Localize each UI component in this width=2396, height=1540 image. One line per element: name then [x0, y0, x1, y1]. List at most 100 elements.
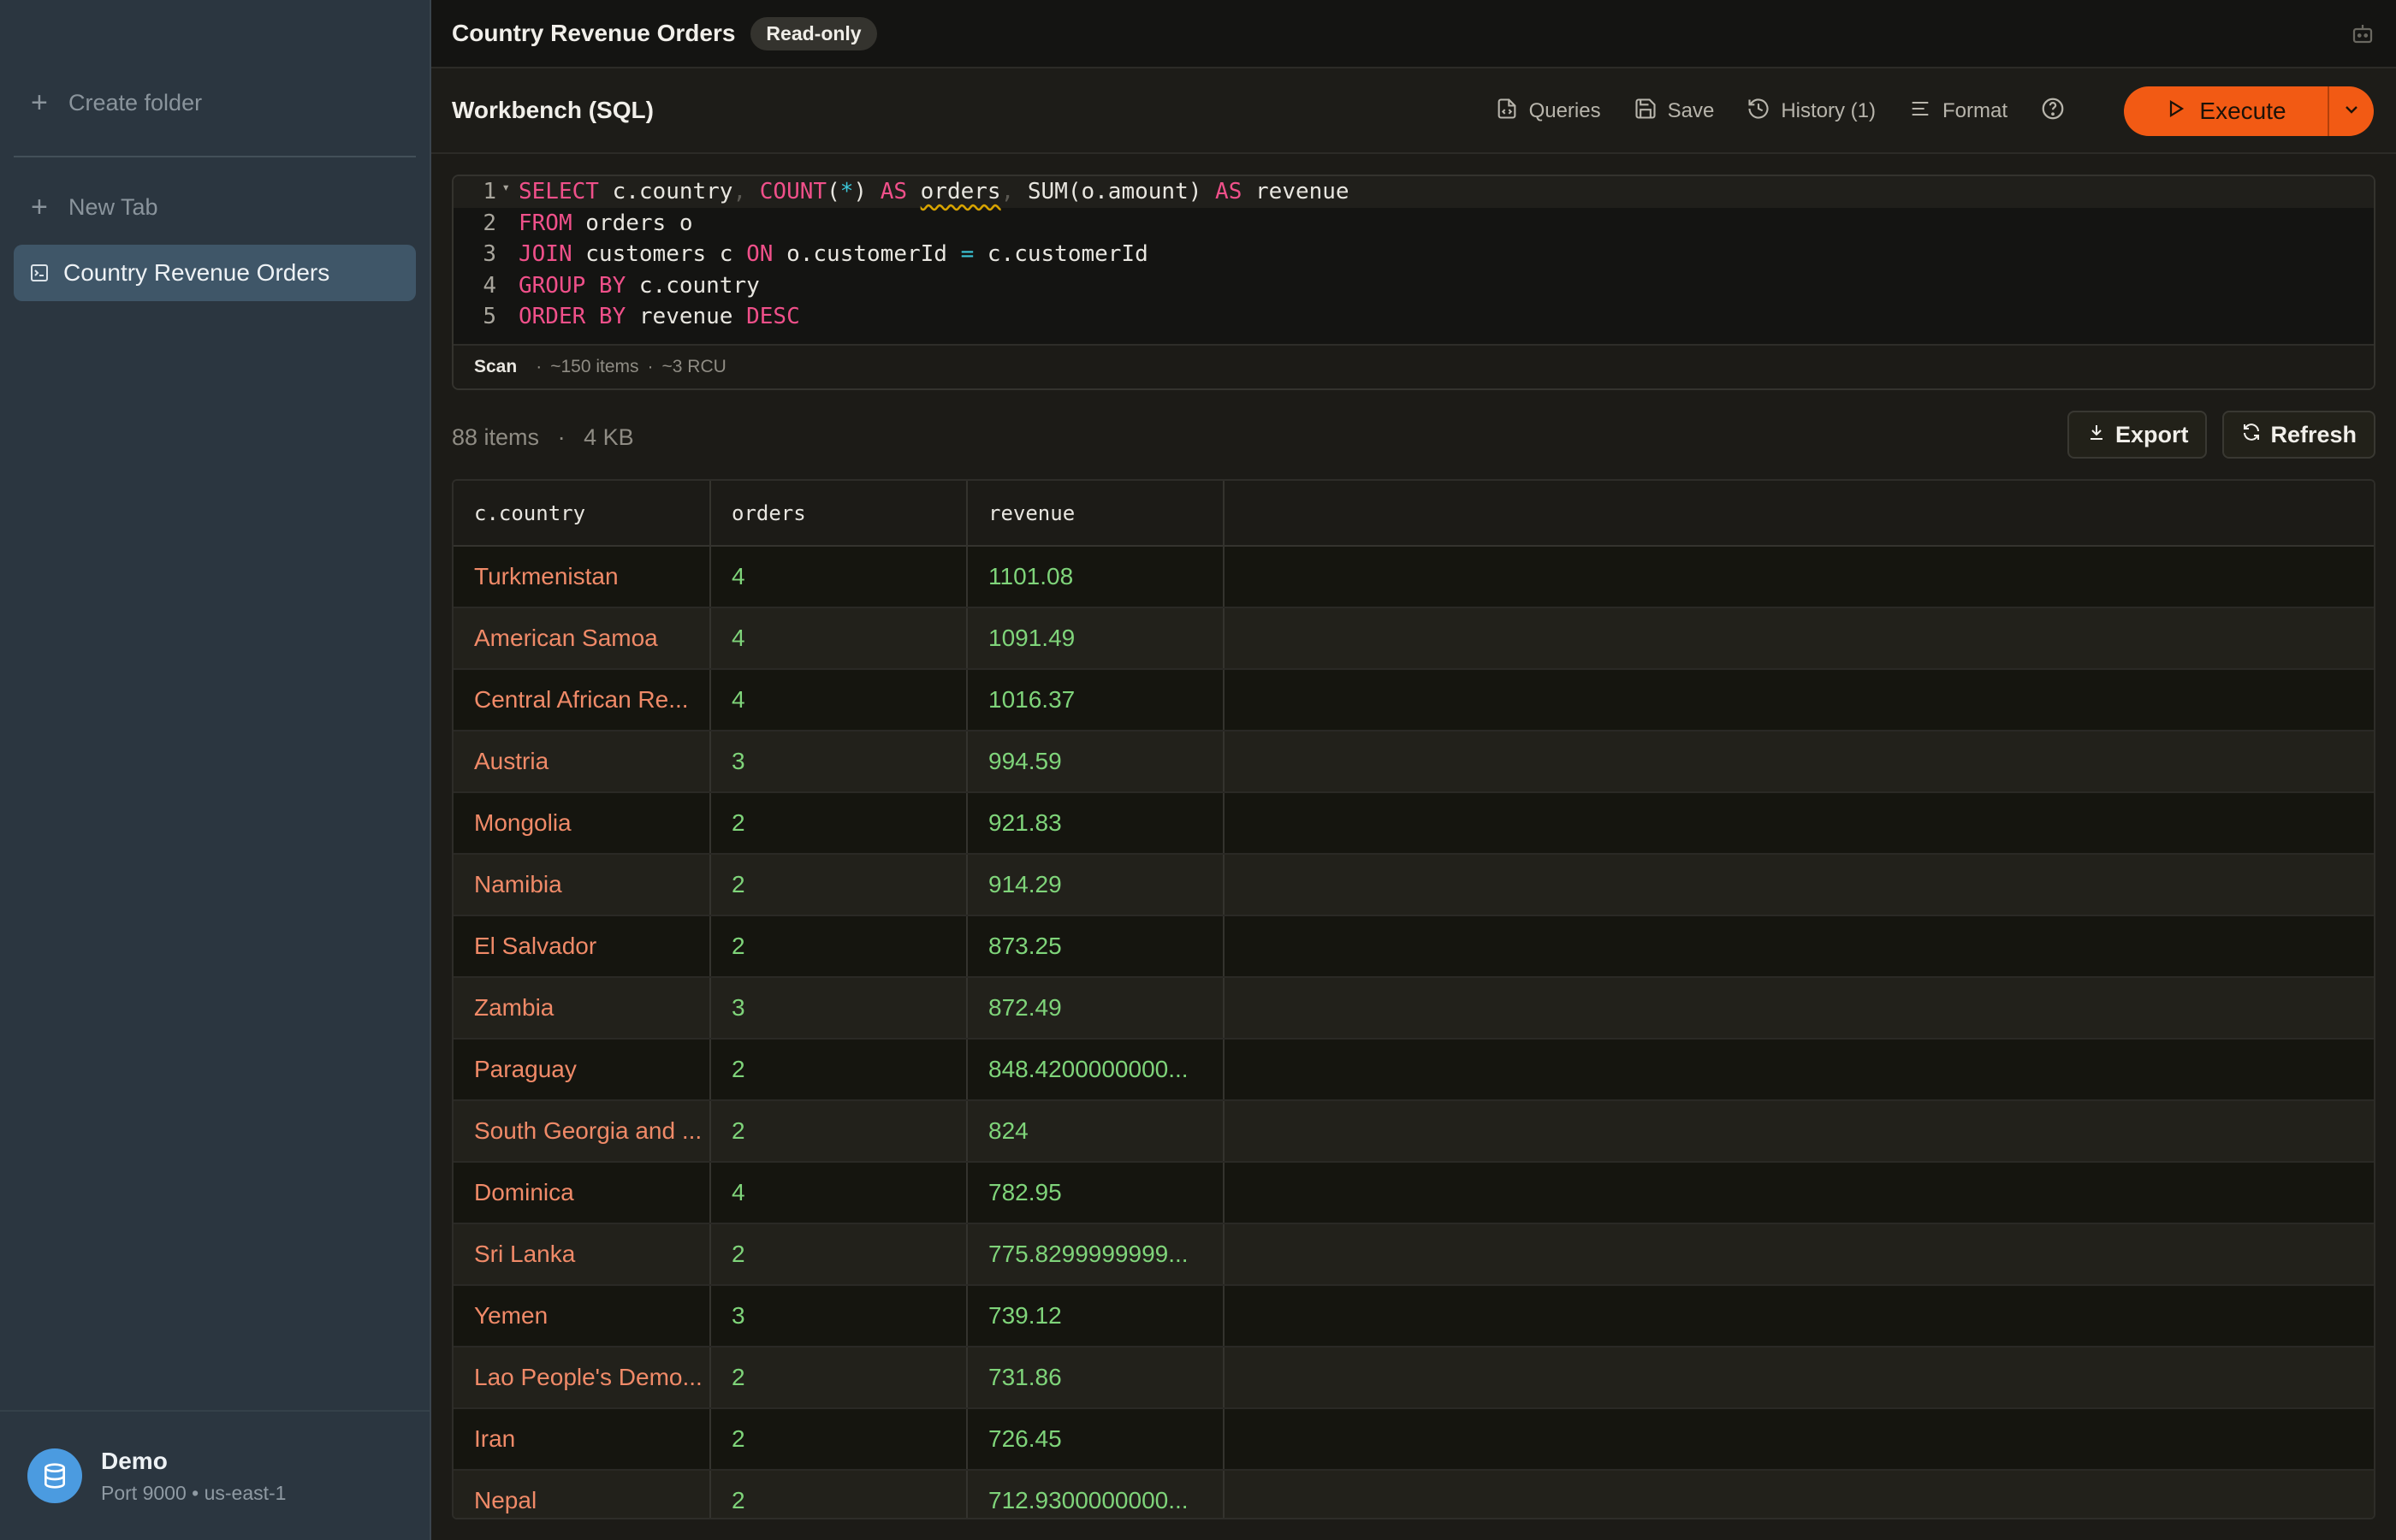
cell-country[interactable]: Zambia: [454, 977, 711, 1040]
cell-country[interactable]: El Salvador: [454, 915, 711, 978]
cell-revenue[interactable]: 994.59: [967, 731, 1225, 793]
export-button[interactable]: Export: [2067, 411, 2208, 459]
cell-revenue[interactable]: 726.45: [967, 1408, 1225, 1471]
execute-label: Execute: [2199, 98, 2286, 124]
cell-orders[interactable]: 2: [710, 1039, 968, 1101]
cell-revenue[interactable]: 824: [967, 1100, 1225, 1163]
connection-name: Demo: [101, 1447, 168, 1474]
code-line[interactable]: 1 ▾ SELECT c.country, COUNT(*) AS orders,…: [454, 176, 2374, 208]
execute-button[interactable]: Execute: [2124, 86, 2328, 136]
bot-icon[interactable]: [2350, 21, 2375, 50]
sidebar: + Create folder + New Tab Country Revenu…: [0, 0, 431, 1540]
cell-revenue[interactable]: 712.9300000000...: [967, 1470, 1225, 1518]
terminal-icon: [29, 256, 63, 290]
table-row[interactable]: Yemen 3 739.12: [454, 1285, 2374, 1348]
export-label: Export: [2114, 421, 2189, 447]
cell-orders[interactable]: 4: [710, 607, 968, 670]
cell-country[interactable]: Lao People's Demo...: [454, 1347, 711, 1409]
table-row[interactable]: Turkmenistan 4 1101.08: [454, 546, 2374, 608]
cell-orders[interactable]: 3: [710, 1285, 968, 1348]
cell-revenue[interactable]: 848.4200000000...: [967, 1039, 1225, 1101]
execute-dropdown-button[interactable]: [2329, 86, 2374, 136]
cell-revenue[interactable]: 873.25: [967, 915, 1225, 978]
cell-revenue[interactable]: 921.83: [967, 792, 1225, 855]
cell-revenue[interactable]: 1091.49: [967, 607, 1225, 670]
cell-country[interactable]: Turkmenistan: [454, 546, 711, 608]
format-button[interactable]: Format: [1908, 97, 2008, 127]
table-row[interactable]: Austria 3 994.59: [454, 731, 2374, 793]
column-header-revenue[interactable]: revenue: [967, 481, 1225, 547]
cell-orders[interactable]: 3: [710, 731, 968, 793]
sidebar-item-country-revenue-orders[interactable]: Country Revenue Orders: [14, 245, 416, 301]
results-table[interactable]: c.country orders revenue Turkmenistan 4 11…: [452, 479, 2375, 1519]
history-button[interactable]: History (1): [1747, 97, 1876, 127]
cell-country[interactable]: Nepal: [454, 1470, 711, 1518]
row-filler: [1224, 977, 2374, 1040]
table-row[interactable]: Mongolia 2 921.83: [454, 792, 2374, 855]
cell-revenue[interactable]: 775.8299999999...: [967, 1223, 1225, 1286]
results-meta: 88 items · 4 KB Export Refresh: [452, 407, 2375, 467]
column-header-orders[interactable]: orders: [710, 481, 968, 547]
cell-revenue[interactable]: 731.86: [967, 1347, 1225, 1409]
row-filler: [1224, 669, 2374, 732]
cell-revenue[interactable]: 1101.08: [967, 546, 1225, 608]
connection-footer[interactable]: Demo Port 9000 • us-east-1: [0, 1410, 430, 1540]
cell-orders[interactable]: 2: [710, 1100, 968, 1163]
save-button[interactable]: Save: [1634, 97, 1715, 127]
table-row[interactable]: El Salvador 2 873.25: [454, 915, 2374, 978]
cell-orders[interactable]: 2: [710, 1223, 968, 1286]
cell-country[interactable]: Yemen: [454, 1285, 711, 1348]
table-row[interactable]: Namibia 2 914.29: [454, 854, 2374, 916]
cell-country[interactable]: Mongolia: [454, 792, 711, 855]
cell-country[interactable]: Dominica: [454, 1162, 711, 1224]
cell-country[interactable]: Central African Re...: [454, 669, 711, 732]
save-label: Save: [1667, 99, 1715, 122]
cell-country[interactable]: Namibia: [454, 854, 711, 916]
cell-country[interactable]: Iran: [454, 1408, 711, 1471]
sql-editor[interactable]: 1 ▾ SELECT c.country, COUNT(*) AS orders,…: [452, 175, 2375, 390]
plus-icon: +: [31, 190, 48, 223]
cell-country[interactable]: Austria: [454, 731, 711, 793]
table-row[interactable]: Dominica 4 782.95: [454, 1162, 2374, 1224]
queries-button[interactable]: Queries: [1495, 97, 1601, 127]
cell-country[interactable]: American Samoa: [454, 607, 711, 670]
cell-revenue[interactable]: 739.12: [967, 1285, 1225, 1348]
cell-orders[interactable]: 2: [710, 1347, 968, 1409]
cell-revenue[interactable]: 872.49: [967, 977, 1225, 1040]
table-row[interactable]: Central African Re... 4 1016.37: [454, 669, 2374, 732]
table-row[interactable]: Paraguay 2 848.4200000000...: [454, 1039, 2374, 1101]
estimated-rcu: ~3 RCU: [661, 357, 727, 376]
table-row[interactable]: Lao People's Demo... 2 731.86: [454, 1347, 2374, 1409]
cell-country[interactable]: Paraguay: [454, 1039, 711, 1101]
table-row[interactable]: Sri Lanka 2 775.8299999999...: [454, 1223, 2374, 1286]
table-row[interactable]: American Samoa 4 1091.49: [454, 607, 2374, 670]
create-folder-label: Create folder: [68, 89, 203, 116]
create-folder-button[interactable]: + Create folder: [14, 75, 416, 130]
cell-orders[interactable]: 2: [710, 792, 968, 855]
cell-orders[interactable]: 4: [710, 546, 968, 608]
refresh-button[interactable]: Refresh: [2222, 411, 2375, 459]
code-line[interactable]: 5 ORDER BY revenue DESC: [454, 301, 2374, 333]
cell-country[interactable]: South Georgia and ...: [454, 1100, 711, 1163]
cell-revenue[interactable]: 1016.37: [967, 669, 1225, 732]
cell-orders[interactable]: 3: [710, 977, 968, 1040]
cell-country[interactable]: Sri Lanka: [454, 1223, 711, 1286]
help-button[interactable]: [2040, 96, 2076, 127]
table-row[interactable]: Nepal 2 712.9300000000...: [454, 1470, 2374, 1518]
code-line[interactable]: 3 JOIN customers c ON o.customerId = c.c…: [454, 239, 2374, 270]
table-row[interactable]: South Georgia and ... 2 824: [454, 1100, 2374, 1163]
cell-revenue[interactable]: 914.29: [967, 854, 1225, 916]
cell-orders[interactable]: 4: [710, 1162, 968, 1224]
cell-orders[interactable]: 2: [710, 915, 968, 978]
code-line[interactable]: 4 GROUP BY c.country: [454, 270, 2374, 302]
cell-orders[interactable]: 4: [710, 669, 968, 732]
table-row[interactable]: Iran 2 726.45: [454, 1408, 2374, 1471]
code-line[interactable]: 2 FROM orders o: [454, 208, 2374, 240]
table-row[interactable]: Zambia 3 872.49: [454, 977, 2374, 1040]
cell-orders[interactable]: 2: [710, 1408, 968, 1471]
cell-orders[interactable]: 2: [710, 854, 968, 916]
cell-revenue[interactable]: 782.95: [967, 1162, 1225, 1224]
column-header-country[interactable]: c.country: [454, 481, 711, 547]
cell-orders[interactable]: 2: [710, 1470, 968, 1518]
new-tab-button[interactable]: + New Tab: [14, 180, 416, 234]
